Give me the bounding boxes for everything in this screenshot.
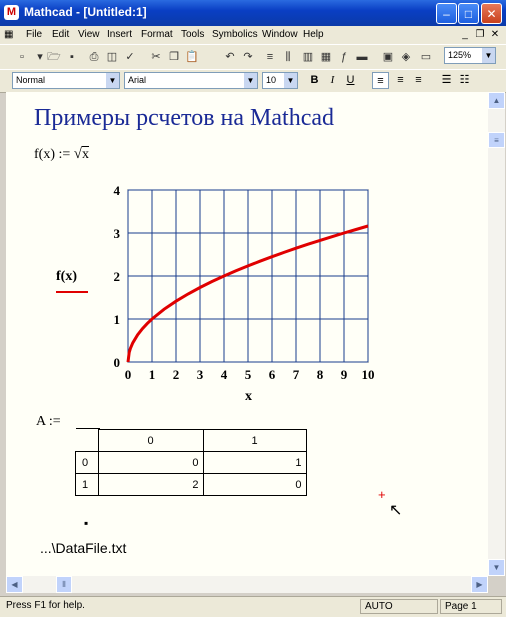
x-tick-label: 10: [362, 367, 375, 382]
insertion-crosshair-icon: +: [378, 487, 386, 502]
floppy-disk-icon[interactable]: ▪: [84, 516, 88, 530]
x-tick-label: 2: [173, 367, 180, 382]
y-tick-label: 4: [114, 183, 121, 198]
plot-ticks: 0 1 2 3 4 5 6 7 8 9 10 0 1 2 3 4: [114, 183, 375, 382]
matrix-row-header: 0: [75, 451, 99, 474]
scroll-right-icon[interactable]: ▶: [471, 576, 488, 593]
scroll-left-icon[interactable]: ◀: [6, 576, 23, 593]
plot-xlabel[interactable]: x: [245, 389, 252, 405]
x-tick-label: 8: [317, 367, 324, 382]
matrix-row-header: 1: [75, 473, 99, 496]
mouse-pointer-icon: ↖: [389, 502, 403, 519]
matrix-cell[interactable]: 2: [97, 473, 204, 496]
x-tick-label: 6: [269, 367, 276, 382]
status-bar: Press F1 for help. AUTO Page 1: [0, 596, 506, 617]
horizontal-scrollbar[interactable]: ◀ ⦀ ▶: [6, 576, 488, 593]
matrix-col-header: 0: [97, 429, 204, 452]
plot[interactable]: 0 1 2 3 4 5 6 7 8 9 1001234: [0, 0, 506, 616]
matrix-row: 0 0 1: [75, 451, 307, 474]
y-tick-label: 0: [114, 355, 121, 370]
plot-ylabel[interactable]: f(x): [56, 269, 77, 285]
status-page: Page 1: [440, 599, 502, 614]
matrix-corner: [75, 429, 99, 452]
y-tick-label: 3: [114, 226, 121, 241]
scroll-up-icon[interactable]: ▲: [488, 92, 505, 109]
status-help: Press F1 for help.: [2, 599, 358, 614]
vertical-scroll-thumb[interactable]: ≡: [488, 132, 505, 148]
matrix-cell[interactable]: 1: [202, 451, 307, 474]
x-tick-label: 5: [245, 367, 252, 382]
x-tick-label: 1: [149, 367, 156, 382]
vertical-scrollbar[interactable]: ▲ ≡ ▼: [488, 92, 505, 576]
y-tick-label: 2: [114, 269, 121, 284]
matrix-cell[interactable]: 0: [97, 451, 204, 474]
x-tick-label: 0: [125, 367, 132, 382]
matrix-label[interactable]: A :=: [36, 414, 61, 430]
horizontal-scroll-thumb[interactable]: ⦀: [56, 576, 72, 593]
matrix-header-row: 0 1: [75, 429, 307, 452]
scroll-down-icon[interactable]: ▼: [488, 559, 505, 576]
matrix-table[interactable]: 0 1 0 0 1 1 2 0: [75, 429, 307, 496]
x-tick-label: 3: [197, 367, 204, 382]
x-tick-label: 4: [221, 367, 228, 382]
x-tick-label: 9: [341, 367, 348, 382]
x-tick-label: 7: [293, 367, 300, 382]
matrix-col-header: 1: [202, 429, 307, 452]
y-tick-label: 1: [114, 312, 121, 327]
status-mode: AUTO: [360, 599, 438, 614]
matrix-cell[interactable]: 0: [202, 473, 307, 496]
plot-grid: [127, 189, 369, 363]
file-path[interactable]: ...\DataFile.txt: [40, 540, 126, 556]
matrix-row: 1 2 0: [75, 473, 307, 496]
